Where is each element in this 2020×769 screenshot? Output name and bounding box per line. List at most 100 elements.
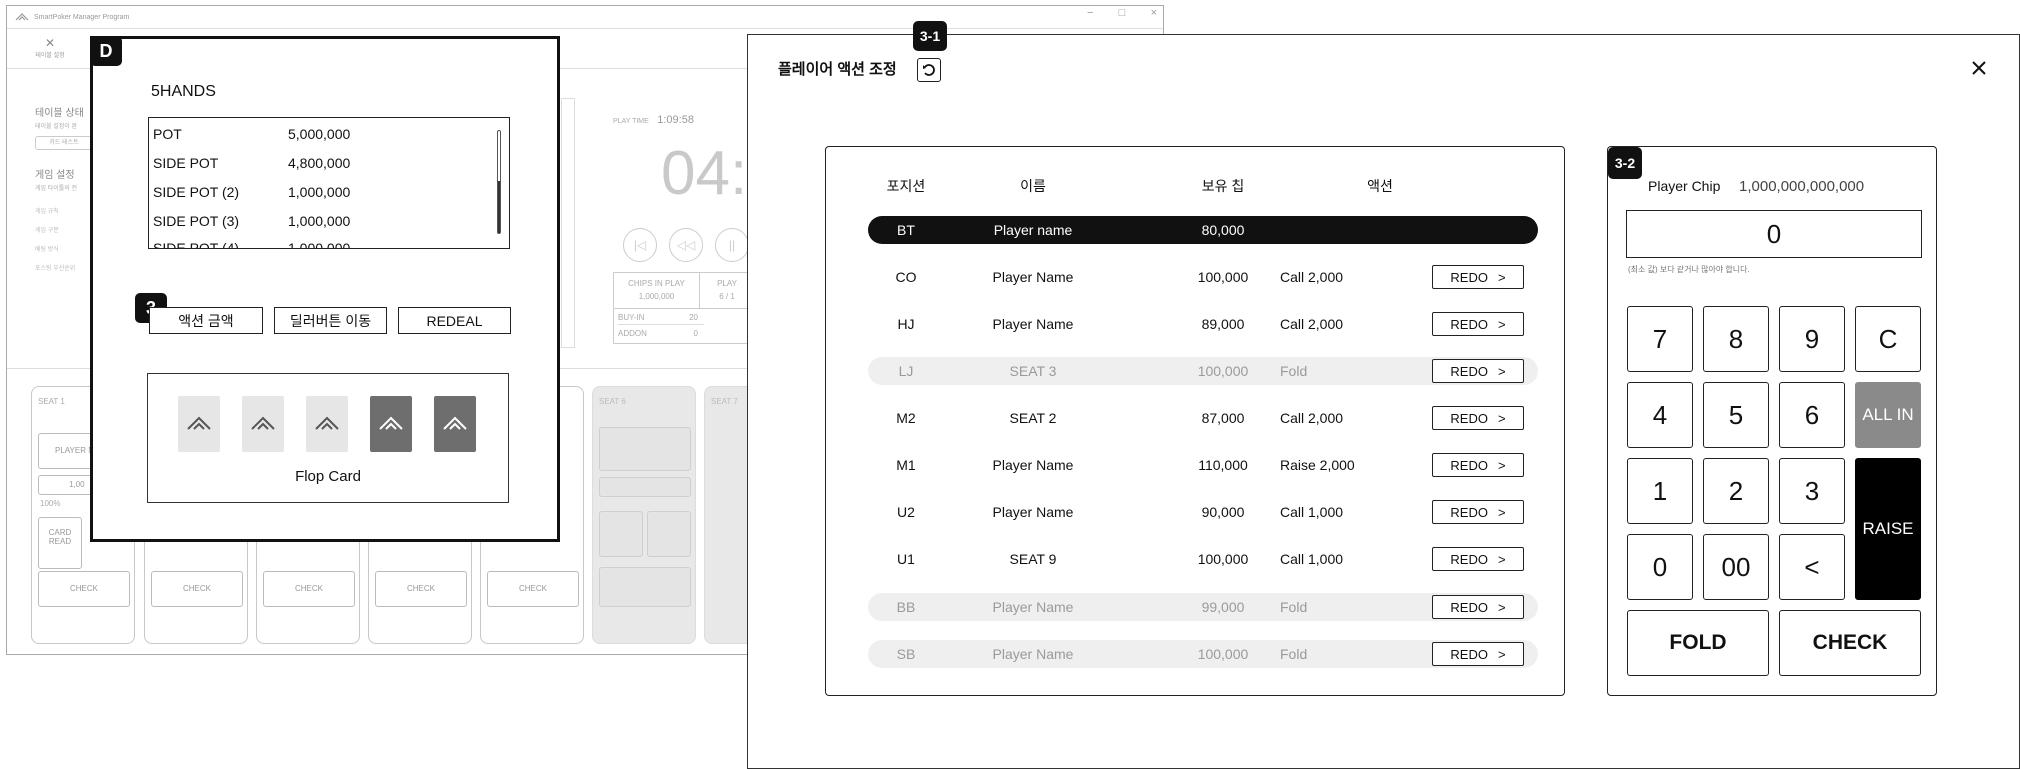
redo-button[interactable]: REDO > [1432, 312, 1524, 336]
table-row[interactable]: HJ Player Name 89,000 Call 2,000 REDO > [868, 310, 1538, 338]
row-chips: 90,000 [1201, 504, 1245, 520]
table-row[interactable]: CO Player Name 100,000 Call 2,000 REDO > [868, 263, 1538, 291]
rewind-icon[interactable]: ◁◁ [669, 228, 703, 262]
chips-in-play-label: CHIPS IN PLAY [628, 279, 685, 288]
pot-list[interactable]: POT 5,000,000 SIDE POT 4,800,000 SIDE POT … [148, 117, 510, 249]
close-window-icon[interactable]: × [1151, 7, 1157, 19]
row-chips: 100,000 [1197, 646, 1249, 662]
redo-button[interactable]: REDO > [1432, 595, 1524, 619]
redo-button[interactable]: REDO > [1432, 500, 1524, 524]
amount-input[interactable]: 0 [1626, 210, 1922, 258]
minimize-icon[interactable]: − [1087, 7, 1093, 19]
table-row[interactable]: M1 Player Name 110,000 Raise 2,000 REDO > [868, 451, 1538, 479]
seat-check-button[interactable]: CHECK [151, 571, 243, 607]
app-logo-icon [15, 13, 29, 21]
key-1[interactable]: 1 [1627, 458, 1693, 524]
pot-amount: 1,000,000 [288, 240, 351, 249]
chips-in-play-value: 1,000,000 [638, 292, 675, 301]
card-test-button[interactable]: 카드 테스트 [35, 136, 93, 150]
pot-name: SIDE POT (3) [153, 213, 240, 229]
row-action: Call 1,000 [1280, 551, 1344, 567]
check-button[interactable]: CHECK [1779, 610, 1921, 676]
key-00[interactable]: 00 [1703, 534, 1769, 600]
seat-card[interactable]: SEAT 6 [592, 386, 696, 644]
row-position: LJ [898, 363, 914, 379]
row-action: Call 1,000 [1280, 504, 1344, 520]
toolbar-settings[interactable]: ✕ 테이블 설정 [25, 36, 75, 66]
key-clear[interactable]: C [1855, 306, 1921, 372]
seat-player-slot [599, 427, 691, 471]
pot-name: SIDE POT (4) [153, 240, 240, 249]
pot-name: SIDE POT [153, 155, 219, 171]
key-4[interactable]: 4 [1627, 382, 1693, 448]
card-back-icon[interactable] [306, 396, 348, 452]
redo-button[interactable]: REDO > [1432, 359, 1524, 383]
card-back-icon[interactable] [242, 396, 284, 452]
raise-button[interactable]: RAISE [1855, 458, 1921, 600]
seat-check-button[interactable]: CHECK [375, 571, 467, 607]
seat-check-button[interactable]: CHECK [263, 571, 355, 607]
table-row[interactable]: U1 SEAT 9 100,000 Call 1,000 REDO > [868, 545, 1538, 573]
row-position: BB [896, 599, 916, 615]
pot-overlay-panel: D 5HANDS POT 5,000,000 SIDE POT 4,800,000 … [90, 36, 560, 542]
badge-3-2: 3-2 [1608, 147, 1642, 179]
row-name: Player Name [992, 269, 1074, 285]
reset-icon[interactable] [917, 58, 941, 82]
row-position: M1 [896, 457, 916, 473]
backspace-key[interactable]: < [1779, 534, 1845, 600]
key-2[interactable]: 2 [1703, 458, 1769, 524]
key-5[interactable]: 5 [1703, 382, 1769, 448]
row-chips: 100,000 [1197, 269, 1249, 285]
toolbar-settings-label: 테이블 설정 [35, 53, 65, 59]
table-row[interactable]: SB Player Name 100,000 Fold REDO > [868, 640, 1538, 668]
redo-label: REDO [1450, 269, 1488, 285]
action-amount-button[interactable]: 액션 금액 [149, 307, 263, 334]
card-read-button[interactable]: CARD READ [38, 517, 82, 569]
table-row[interactable]: M2 SEAT 2 87,000 Call 2,000 REDO > [868, 404, 1538, 432]
row-action: Call 2,000 [1280, 410, 1344, 426]
col-header-action: 액션 [1367, 178, 1393, 194]
maximize-icon[interactable]: □ [1119, 7, 1126, 19]
close-icon[interactable] [1967, 56, 1991, 80]
redo-button[interactable]: REDO > [1432, 265, 1524, 289]
row-chips: 99,000 [1201, 599, 1245, 615]
redo-button[interactable]: REDO > [1432, 642, 1524, 666]
key-6[interactable]: 6 [1779, 382, 1845, 448]
seat-check-button[interactable]: CHECK [487, 571, 579, 607]
key-3[interactable]: 3 [1779, 458, 1845, 524]
seat-check-button[interactable]: CHECK [38, 571, 130, 607]
redo-label: REDO [1450, 646, 1488, 662]
card-back-icon[interactable] [178, 396, 220, 452]
key-7[interactable]: 7 [1627, 306, 1693, 372]
row-position: M2 [896, 410, 916, 426]
table-row[interactable]: BB Player Name 99,000 Fold REDO > [868, 593, 1538, 621]
row-name: SEAT 2 [1009, 410, 1057, 426]
skip-back-icon[interactable]: |◁ [623, 228, 657, 262]
buyin-value: 20 [689, 313, 698, 322]
key-8[interactable]: 8 [1703, 306, 1769, 372]
table-row[interactable]: U2 Player Name 90,000 Call 1,000 REDO > [868, 498, 1538, 526]
row-action: Fold [1280, 646, 1308, 662]
row-chips: 110,000 [1198, 457, 1248, 473]
pot-amount: 1,000,000 [288, 184, 351, 200]
all-in-button[interactable]: ALL IN [1855, 382, 1921, 448]
redo-button[interactable]: REDO > [1432, 406, 1524, 430]
row-position: BT [897, 222, 915, 238]
redeal-button[interactable]: REDEAL [398, 307, 511, 334]
key-0[interactable]: 0 [1627, 534, 1693, 600]
table-row[interactable]: LJ SEAT 3 100,000 Fold REDO > [868, 357, 1538, 385]
pot-list-scrollbar[interactable] [497, 130, 501, 234]
key-9[interactable]: 9 [1779, 306, 1845, 372]
chevron-right-icon: > [1497, 551, 1506, 567]
card-back-icon[interactable] [370, 396, 412, 452]
card-back-icon[interactable] [434, 396, 476, 452]
row-name: SEAT 3 [1009, 363, 1057, 379]
players-label: PLAY [717, 279, 737, 288]
redo-button[interactable]: REDO > [1432, 453, 1524, 477]
table-row[interactable]: BT Player name 80,000 [868, 216, 1538, 244]
redo-button[interactable]: REDO > [1432, 547, 1524, 571]
fold-button[interactable]: FOLD [1627, 610, 1769, 676]
pause-icon[interactable]: || [715, 228, 749, 262]
move-dealer-button[interactable]: 딜러버튼 이동 [274, 307, 387, 334]
window-title: SmartPoker Manager Program [34, 13, 130, 21]
